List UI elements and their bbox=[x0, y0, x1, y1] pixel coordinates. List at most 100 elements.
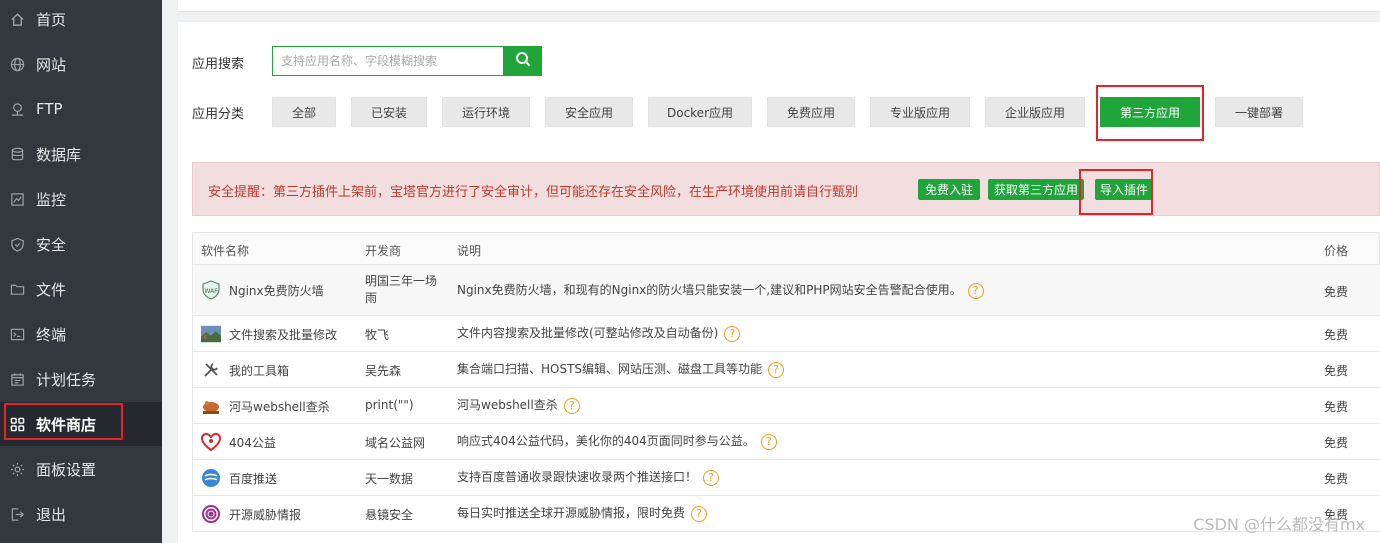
sidebar-item-security[interactable]: 安全 bbox=[0, 222, 162, 266]
header-desc: 说明 bbox=[457, 244, 482, 258]
help-icon[interactable]: ? bbox=[760, 433, 777, 450]
plugin-developer: print("") bbox=[365, 398, 414, 412]
table-row[interactable]: 文件搜索及批量修改 牧飞 文件内容搜索及批量修改(可整站修改及自动备份)? 免费 bbox=[192, 316, 1380, 352]
help-icon[interactable]: ? bbox=[724, 325, 741, 342]
plugin-name: 开源威胁情报 bbox=[229, 507, 302, 522]
sidebar-item-home[interactable]: 首页 bbox=[0, 0, 162, 41]
logout-icon bbox=[9, 506, 25, 522]
waf-icon: WAF bbox=[201, 280, 221, 300]
baidu-push-icon bbox=[201, 468, 221, 488]
home-icon bbox=[9, 11, 25, 27]
plugin-name-cell: 404公益 bbox=[201, 432, 276, 452]
free-join-button[interactable]: 免费入驻 bbox=[918, 179, 980, 200]
plugin-name: 百度推送 bbox=[229, 471, 278, 486]
category-third-party[interactable]: 第三方应用 bbox=[1100, 97, 1200, 127]
plugin-developer: 明国三年一场雨 bbox=[365, 274, 438, 305]
sidebar-item-software-store[interactable]: 软件商店 bbox=[0, 402, 162, 446]
search-input[interactable] bbox=[272, 46, 504, 76]
category-one-click-deploy[interactable]: 一键部署 bbox=[1215, 97, 1303, 127]
search-button[interactable] bbox=[503, 46, 542, 76]
terminal-icon bbox=[9, 326, 25, 342]
plugin-name-cell: 百度推送 bbox=[201, 468, 277, 488]
sidebar-item-files[interactable]: 文件 bbox=[0, 267, 162, 311]
grid-icon bbox=[9, 416, 25, 432]
plugin-desc-cell: 河马webshell查杀? bbox=[457, 396, 580, 414]
category-runtime[interactable]: 运行环境 bbox=[442, 97, 530, 127]
header-developer: 开发商 bbox=[365, 244, 402, 258]
category-security[interactable]: 安全应用 bbox=[545, 97, 633, 127]
table-row[interactable]: 404公益 域名公益网 响应式404公益代码，美化你的404页面同时参与公益。?… bbox=[192, 424, 1380, 460]
table-row[interactable]: 我的工具箱 吴先森 集合端口扫描、HOSTS编辑、网站压测、磁盘工具等功能? 免… bbox=[192, 352, 1380, 388]
table-row[interactable]: 河马webshell查杀 print("") 河马webshell查杀? 免费 bbox=[192, 388, 1380, 424]
sidebar-item-database[interactable]: 数据库 bbox=[0, 132, 162, 176]
get-third-party-button[interactable]: 获取第三方应用 bbox=[988, 179, 1084, 200]
sidebar-item-label: 终端 bbox=[36, 325, 67, 344]
sidebar-item-label: 软件商店 bbox=[36, 415, 97, 434]
sidebar-item-label: 网站 bbox=[36, 55, 67, 74]
plugin-name-cell: 河马webshell查杀 bbox=[201, 396, 330, 416]
plugin-name-cell: 我的工具箱 bbox=[201, 360, 289, 380]
alert-text: 安全提醒：第三方插件上架前，宝塔官方进行了安全审计，但可能还存在安全风险，在生产… bbox=[208, 185, 859, 200]
top-card bbox=[178, 0, 1380, 12]
help-icon[interactable]: ? bbox=[768, 361, 785, 378]
plugin-desc: Nginx免费防火墙，和现有的Nginx的防火墙只能安装一个,建议和PHP网站安… bbox=[457, 283, 962, 297]
plugin-developer: 天一数据 bbox=[365, 472, 414, 486]
plugin-name: 我的工具箱 bbox=[229, 363, 290, 378]
sidebar-item-panel-settings[interactable]: 面板设置 bbox=[0, 447, 162, 491]
plugin-desc-cell: 每日实时推送全球开源威胁情报，限时免费? bbox=[457, 504, 708, 522]
plugin-price: 免费 bbox=[1324, 472, 1349, 486]
software-store-panel: 应用搜索 应用分类 全部 已安装 运行环境 安全应用 Docker应用 免费应用… bbox=[178, 22, 1380, 543]
plugin-developer: 悬镜安全 bbox=[365, 508, 414, 522]
svg-text:WAF: WAF bbox=[204, 288, 218, 295]
plugin-desc-cell: 响应式404公益代码，美化你的404页面同时参与公益。? bbox=[457, 432, 777, 450]
plugin-name-cell: 文件搜索及批量修改 bbox=[201, 324, 337, 344]
landscape-icon bbox=[201, 324, 221, 344]
plugin-desc-cell: 文件内容搜索及批量修改(可整站修改及自动备份)? bbox=[457, 324, 741, 342]
plugin-table: 软件名称 开发商 说明 价格 WAF Nginx免费防火墙 明国三年一场雨 Ng… bbox=[192, 232, 1380, 532]
import-plugin-button[interactable]: 导入插件 bbox=[1095, 179, 1153, 200]
plugin-name-cell: WAF Nginx免费防火墙 bbox=[201, 280, 324, 300]
category-pro[interactable]: 专业版应用 bbox=[870, 97, 970, 127]
plugin-name-cell: 开源威胁情报 bbox=[201, 504, 301, 524]
header-name: 软件名称 bbox=[201, 244, 250, 258]
sidebar: 首页 网站 FTP 数据库 监控 安全 文件 终端 计划任务 软件商店 面板设置 bbox=[0, 0, 162, 543]
plugin-developer: 域名公益网 bbox=[365, 436, 426, 450]
plugin-developer: 吴先森 bbox=[365, 364, 402, 378]
ftp-icon bbox=[9, 101, 25, 117]
category-installed[interactable]: 已安装 bbox=[351, 97, 427, 127]
plugin-price: 免费 bbox=[1324, 328, 1349, 342]
tools-icon bbox=[201, 360, 221, 380]
table-row[interactable]: 百度推送 天一数据 支持百度普通收录跟快速收录两个推送接口！? 免费 bbox=[192, 460, 1380, 496]
plugin-price: 免费 bbox=[1324, 364, 1349, 378]
radar-icon bbox=[201, 504, 221, 524]
category-enterprise[interactable]: 企业版应用 bbox=[985, 97, 1085, 127]
plugin-name: 河马webshell查杀 bbox=[229, 399, 330, 414]
plugin-developer: 牧飞 bbox=[365, 328, 390, 342]
sidebar-item-label: 文件 bbox=[36, 280, 67, 299]
sidebar-item-cron[interactable]: 计划任务 bbox=[0, 357, 162, 401]
globe-icon bbox=[9, 56, 25, 72]
gear-icon bbox=[9, 461, 25, 477]
sidebar-item-logout[interactable]: 退出 bbox=[0, 492, 162, 536]
sidebar-item-label: 面板设置 bbox=[36, 460, 97, 479]
sidebar-item-monitor[interactable]: 监控 bbox=[0, 177, 162, 221]
monitor-icon bbox=[9, 191, 25, 207]
plugin-desc: 每日实时推送全球开源威胁情报，限时免费 bbox=[457, 506, 686, 520]
plugin-desc: 集合端口扫描、HOSTS编辑、网站压测、磁盘工具等功能 bbox=[457, 362, 763, 376]
category-free[interactable]: 免费应用 bbox=[767, 97, 855, 127]
database-icon bbox=[9, 146, 25, 162]
sidebar-item-terminal[interactable]: 终端 bbox=[0, 312, 162, 356]
plugin-desc: 文件内容搜索及批量修改(可整站修改及自动备份) bbox=[457, 326, 719, 340]
table-row[interactable]: WAF Nginx免费防火墙 明国三年一场雨 Nginx免费防火墙，和现有的Ng… bbox=[192, 265, 1380, 316]
help-icon[interactable]: ? bbox=[967, 282, 984, 299]
sidebar-item-website[interactable]: 网站 bbox=[0, 42, 162, 86]
help-icon[interactable]: ? bbox=[563, 397, 580, 414]
category-all[interactable]: 全部 bbox=[272, 97, 336, 127]
help-icon[interactable]: ? bbox=[703, 469, 720, 486]
search-icon bbox=[515, 51, 531, 71]
sidebar-item-ftp[interactable]: FTP bbox=[0, 87, 162, 131]
sidebar-item-label: FTP bbox=[36, 100, 63, 118]
hippo-icon bbox=[201, 396, 221, 416]
help-icon[interactable]: ? bbox=[691, 505, 708, 522]
category-docker[interactable]: Docker应用 bbox=[648, 97, 752, 127]
